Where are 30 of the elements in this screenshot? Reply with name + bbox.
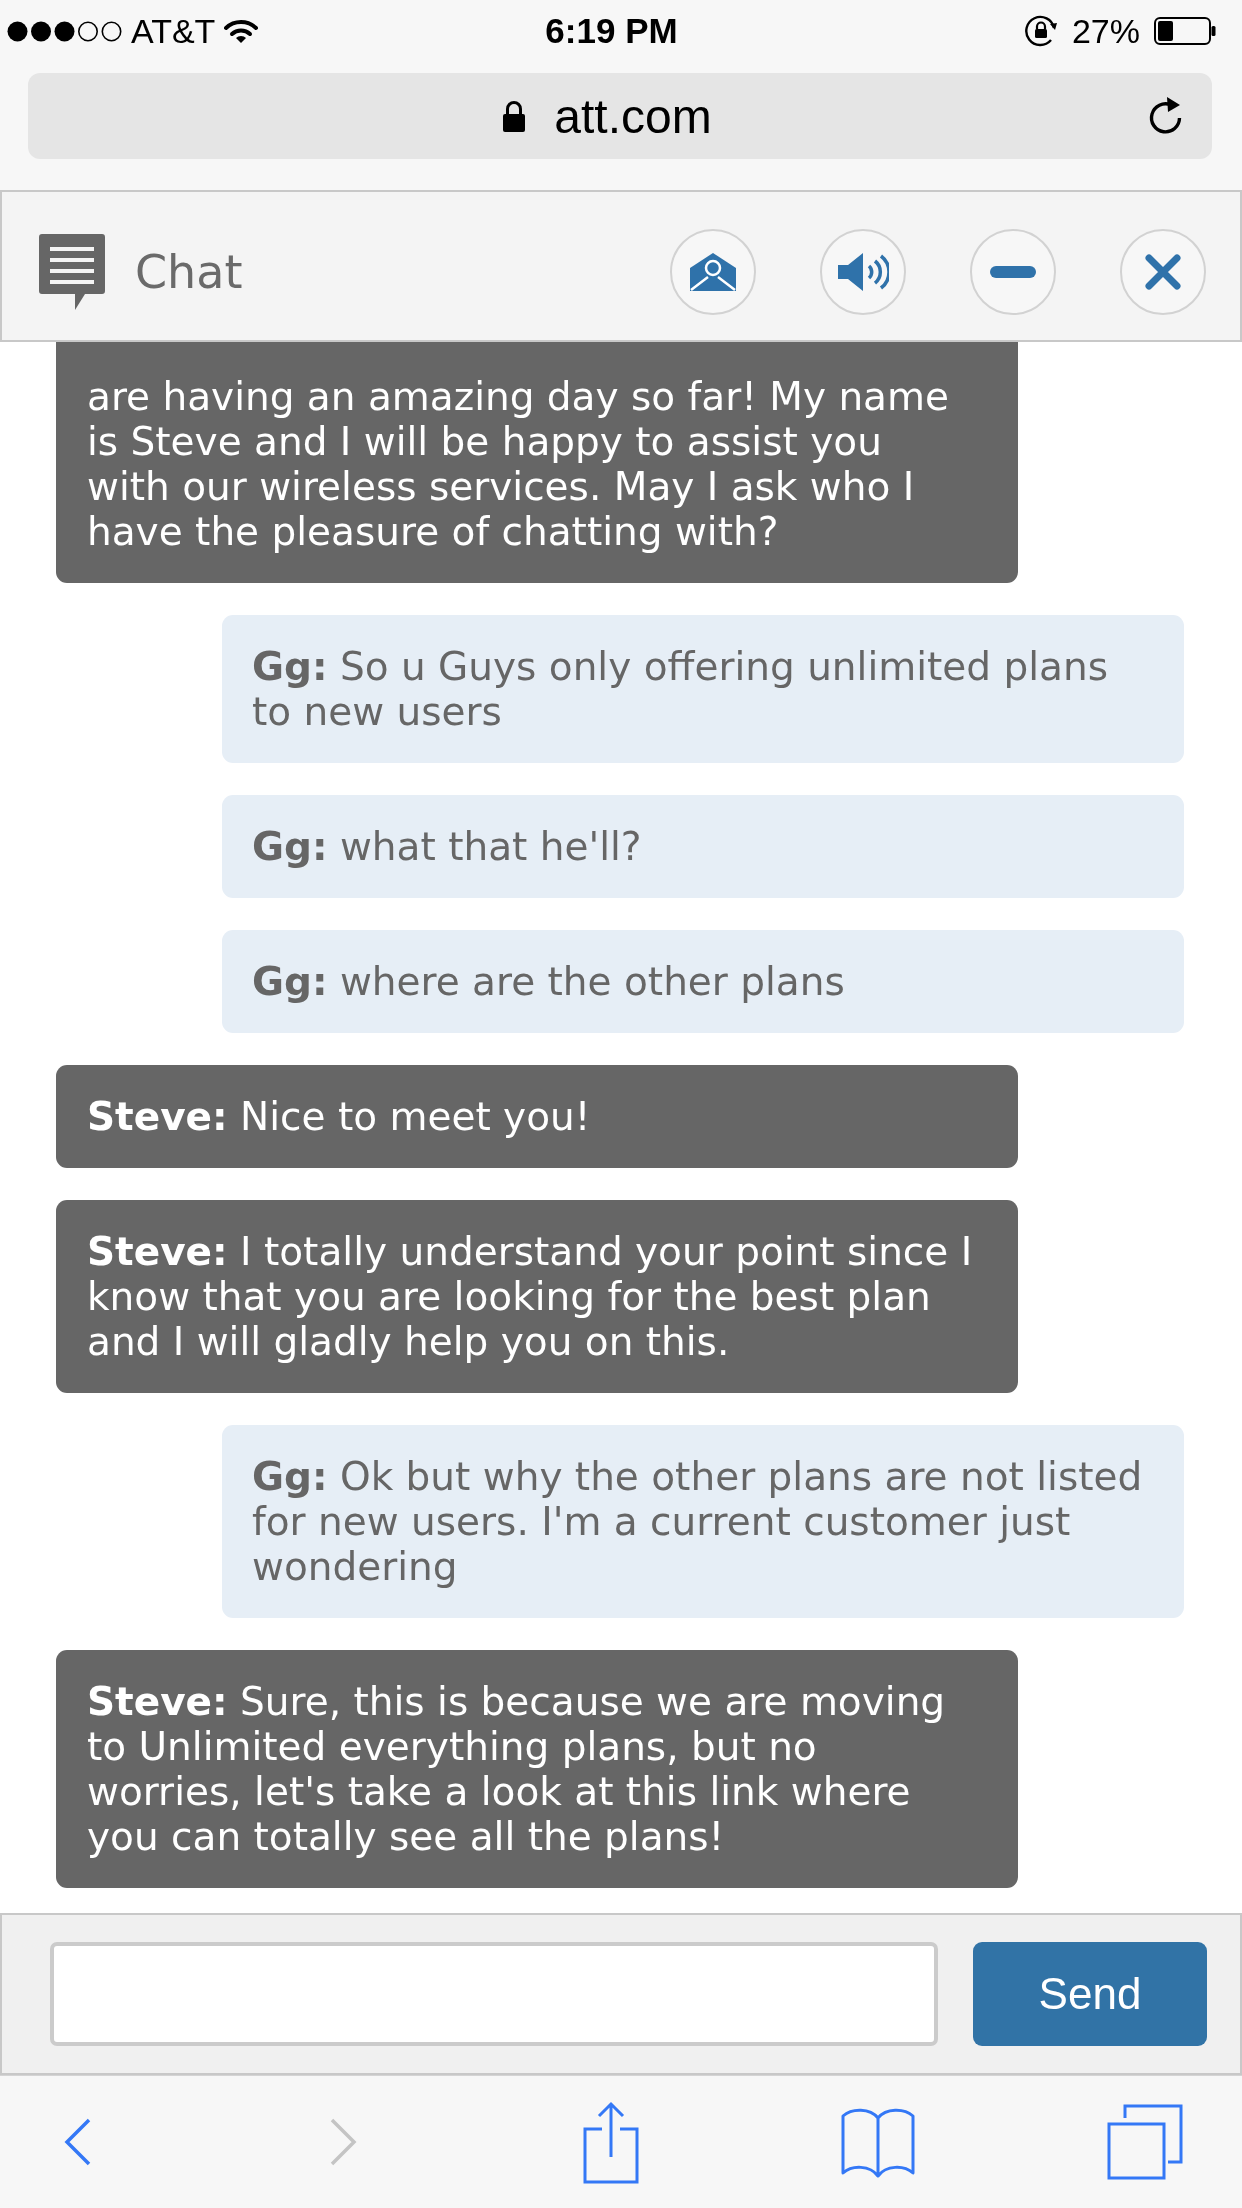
send-button[interactable]: Send xyxy=(973,1942,1207,2046)
chat-bubble-icon xyxy=(39,234,105,310)
user-message: Gg: where are the other plans xyxy=(222,930,1184,1033)
agent-message: are having an amazing day so far! My name is Steve and I will be happy to assist you with our wireless services. May I ask who I have the pleasure of chatting with? xyxy=(56,342,1018,583)
agent-message: Steve: I totally understand your point since I know that you are looking for the best plan and I will gladly help you on this. xyxy=(56,1200,1018,1393)
carrier-name: AT&T xyxy=(131,11,216,51)
url-text: att.com xyxy=(554,88,712,144)
battery-icon xyxy=(1154,17,1216,45)
book-icon[interactable] xyxy=(840,2106,916,2178)
chat-title: Chat xyxy=(135,245,243,299)
agent-message: Steve: Sure, this is because we are moving to Unlimited everything plans, but no worries, let's take a look at this link where you can totally see all the plans! xyxy=(56,1650,1018,1888)
address-bar[interactable]: att.com xyxy=(28,73,1212,159)
user-message: Gg: what that he'll? xyxy=(222,795,1184,898)
battery-percent: 27% xyxy=(1071,11,1140,51)
agent-message: Steve: Nice to meet you! xyxy=(56,1065,1018,1168)
speaker-icon xyxy=(837,252,889,292)
signal-icon xyxy=(7,20,122,42)
rotation-lock-icon xyxy=(1023,14,1058,48)
close-icon xyxy=(1145,254,1181,290)
clock-time: 6:19 PM xyxy=(545,11,678,51)
share-icon[interactable] xyxy=(582,2100,640,2184)
input-field[interactable] xyxy=(50,1942,938,2046)
envelope-icon xyxy=(688,251,738,293)
minus-icon xyxy=(990,266,1036,278)
wifi-icon xyxy=(224,18,259,44)
user-message: Gg: Ok but why the other plans are not listed for new users. I'm a current customer just wondering xyxy=(222,1425,1184,1618)
user-message: Gg: So u Guys only offering unlimited plans to new users xyxy=(222,615,1184,763)
lock-icon xyxy=(502,100,527,132)
chevron-left-icon[interactable] xyxy=(62,2117,92,2167)
two-squares-icon[interactable] xyxy=(1107,2104,1183,2180)
